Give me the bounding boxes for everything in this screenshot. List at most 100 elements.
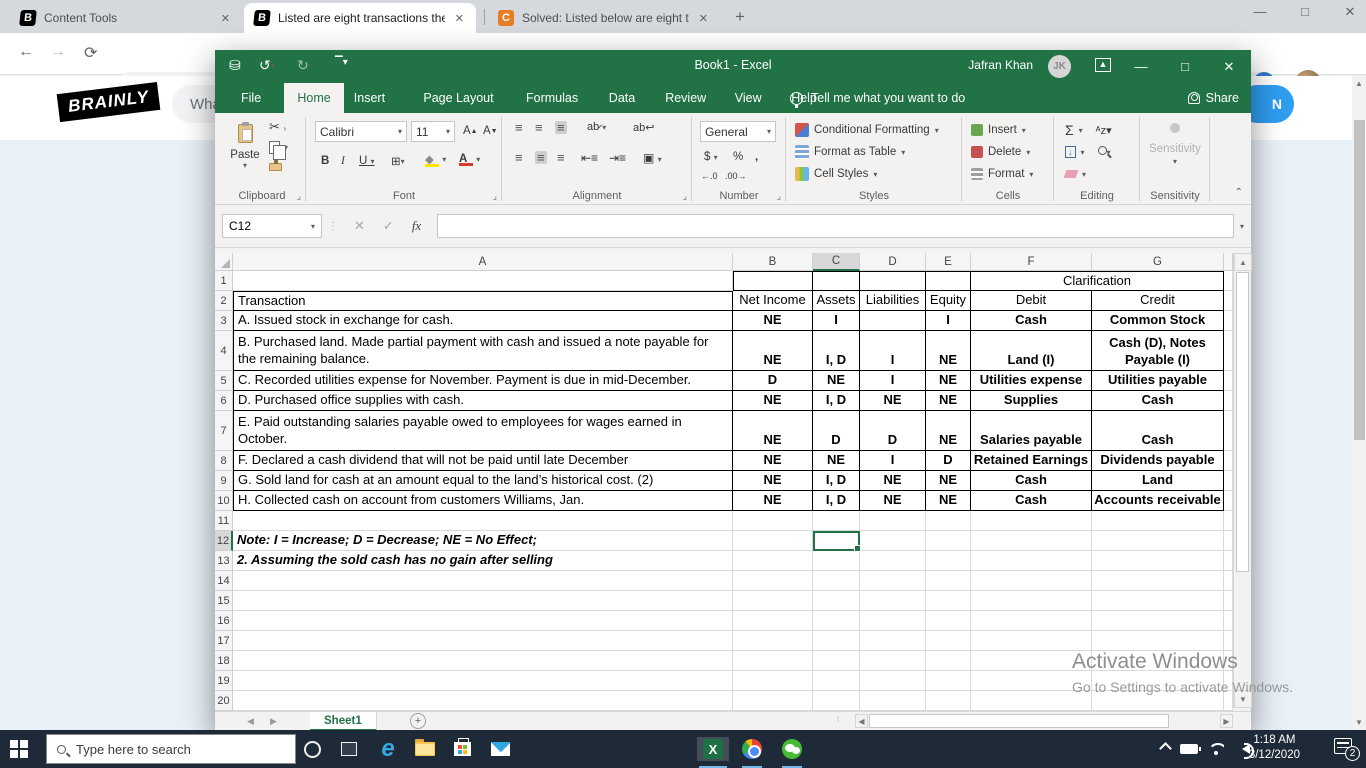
column-header-B[interactable]: B: [733, 253, 813, 271]
clipboard-dialog-launcher[interactable]: ⌟: [297, 191, 301, 202]
column-header-D[interactable]: D: [860, 253, 926, 271]
cell[interactable]: [926, 651, 971, 671]
file-explorer-icon[interactable]: [413, 737, 437, 761]
cell[interactable]: [926, 551, 971, 571]
wifi-icon[interactable]: [1208, 740, 1224, 755]
cell[interactable]: [860, 571, 926, 591]
cell[interactable]: NE: [813, 371, 860, 391]
user-avatar[interactable]: JK: [1048, 55, 1071, 78]
cell[interactable]: E. Paid outstanding salaries payable owe…: [233, 411, 733, 451]
cell[interactable]: [860, 591, 926, 611]
taskbar-search-input[interactable]: Type here to search: [46, 734, 296, 764]
vertical-scrollbar-thumb[interactable]: [1236, 272, 1249, 572]
cell[interactable]: [971, 571, 1092, 591]
mail-icon[interactable]: [488, 737, 512, 761]
cell[interactable]: G. Sold land for cash at an amount equal…: [233, 471, 733, 491]
align-top-icon[interactable]: ≡: [515, 121, 523, 134]
sort-filter-icon[interactable]: ᴬz▾: [1096, 124, 1112, 137]
edge-icon[interactable]: e: [376, 737, 400, 761]
cell[interactable]: [860, 651, 926, 671]
row-header-10[interactable]: 10: [215, 491, 233, 511]
sheet-tab[interactable]: Sheet1: [310, 712, 377, 731]
merge-center-icon[interactable]: ▣ ▾: [643, 151, 662, 165]
cell[interactable]: [1092, 571, 1224, 591]
cell[interactable]: NE: [860, 391, 926, 411]
cell[interactable]: [860, 611, 926, 631]
cell[interactable]: [733, 651, 813, 671]
cell[interactable]: I, D: [813, 331, 860, 371]
cell[interactable]: Common Stock: [1092, 311, 1224, 331]
cell[interactable]: NE: [733, 311, 813, 331]
cell[interactable]: [733, 571, 813, 591]
row-header-3[interactable]: 3: [215, 311, 233, 331]
back-icon[interactable]: ←: [18, 43, 34, 61]
align-center-icon[interactable]: ≡: [535, 151, 547, 164]
cell[interactable]: NE: [926, 331, 971, 371]
battery-icon[interactable]: [1180, 740, 1198, 754]
cell[interactable]: Cash (D), Notes Payable (I): [1092, 331, 1224, 371]
cell[interactable]: [926, 271, 971, 291]
cell[interactable]: [926, 631, 971, 651]
cell[interactable]: [233, 611, 733, 631]
ribbon-tab-view[interactable]: View: [722, 83, 775, 113]
scroll-down-icon[interactable]: ▼: [1355, 718, 1363, 727]
cell[interactable]: NE: [926, 491, 971, 511]
cell[interactable]: I: [926, 311, 971, 331]
new-tab-button[interactable]: +: [735, 7, 745, 27]
delete-cells-button[interactable]: Delete▾: [971, 141, 1051, 163]
cell[interactable]: Retained Earnings: [971, 451, 1092, 471]
ribbon-tab-data[interactable]: Data: [596, 83, 648, 113]
cell[interactable]: [926, 571, 971, 591]
tell-me-box[interactable]: Tell me what you want to do: [790, 83, 965, 113]
format-cells-button[interactable]: Format▾: [971, 163, 1051, 185]
scroll-left-icon[interactable]: ◀: [855, 714, 868, 728]
browser-tab[interactable]: CSolved: Listed below are eight tra✕: [488, 3, 720, 33]
cell[interactable]: Cash: [971, 491, 1092, 511]
excel-close-button[interactable]: ✕: [1207, 50, 1251, 83]
cell[interactable]: [1092, 531, 1224, 551]
cell[interactable]: [926, 691, 971, 711]
font-color-icon[interactable]: A ▾: [455, 149, 484, 169]
cell[interactable]: [733, 551, 813, 571]
cell[interactable]: Utilities payable: [1092, 371, 1224, 391]
browser-tab[interactable]: BContent Tools✕: [10, 3, 242, 33]
row-header-9[interactable]: 9: [215, 471, 233, 491]
cell[interactable]: Credit: [1092, 291, 1224, 311]
cell[interactable]: [971, 591, 1092, 611]
cell[interactable]: [733, 691, 813, 711]
cell[interactable]: [733, 531, 813, 551]
cell[interactable]: [860, 671, 926, 691]
cell[interactable]: [971, 511, 1092, 531]
new-sheet-button[interactable]: +: [410, 713, 426, 729]
excel-minimize-button[interactable]: —: [1119, 50, 1163, 83]
row-header-15[interactable]: 15: [215, 591, 233, 611]
underline-button[interactable]: U ▾: [355, 151, 379, 171]
cell[interactable]: I, D: [813, 491, 860, 511]
browser-maximize-button[interactable]: □: [1290, 4, 1320, 19]
cell[interactable]: [860, 551, 926, 571]
percent-style-icon[interactable]: %: [729, 147, 747, 167]
cell[interactable]: A. Issued stock in exchange for cash.: [233, 311, 733, 331]
cell[interactable]: [733, 591, 813, 611]
bold-button[interactable]: B: [317, 151, 333, 171]
excel-maximize-button[interactable]: □: [1163, 50, 1207, 83]
format-painter-icon[interactable]: [269, 163, 282, 171]
forward-icon[interactable]: →: [50, 43, 66, 61]
cell[interactable]: [233, 271, 733, 291]
cell[interactable]: NE: [926, 471, 971, 491]
scroll-up-icon[interactable]: ▲: [1234, 253, 1252, 271]
cell[interactable]: Assets: [813, 291, 860, 311]
cell[interactable]: Equity: [926, 291, 971, 311]
align-bottom-icon[interactable]: ≡: [555, 121, 567, 134]
cell[interactable]: Dividends payable: [1092, 451, 1224, 471]
scroll-up-icon[interactable]: ▲: [1355, 79, 1363, 88]
cell[interactable]: D. Purchased office supplies with cash.: [233, 391, 733, 411]
orientation-icon[interactable]: ab̷ ▾: [587, 121, 606, 133]
cell[interactable]: D: [813, 411, 860, 451]
accounting-format-icon[interactable]: $ ▾: [700, 147, 722, 167]
cell[interactable]: C. Recorded utilities expense for Novemb…: [233, 371, 733, 391]
cell[interactable]: [233, 511, 733, 531]
cell[interactable]: F. Declared a cash dividend that will no…: [233, 451, 733, 471]
cell[interactable]: Transaction: [233, 291, 733, 311]
cell[interactable]: Cash: [1092, 391, 1224, 411]
